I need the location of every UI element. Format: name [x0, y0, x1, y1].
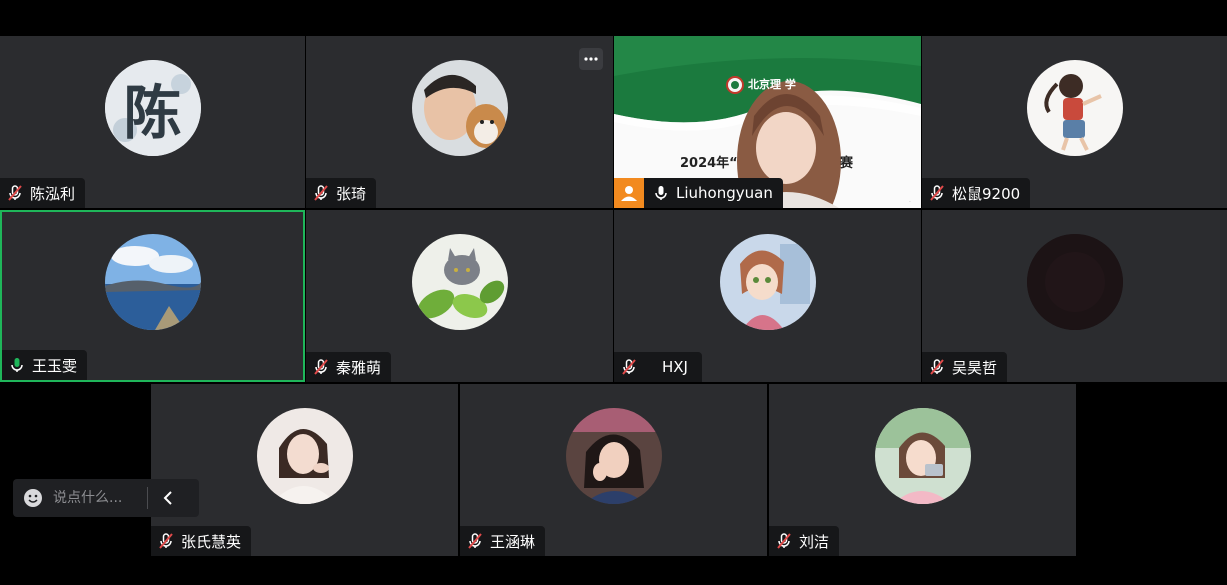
chevron-left-icon [163, 491, 172, 505]
avatar-illustration [1026, 60, 1123, 156]
participant-tile[interactable]: 王涵琳 [460, 384, 767, 556]
avatar-photo [411, 234, 508, 330]
participant-tile[interactable]: 陈 陈泓利 [0, 36, 305, 208]
participant-tile[interactable]: 松鼠9200 [922, 36, 1227, 208]
avatar [104, 234, 201, 330]
avatar: 陈 [104, 60, 201, 156]
ellipsis-icon [584, 57, 598, 61]
avatar [874, 408, 971, 504]
avatar-photo [104, 234, 201, 330]
mic-muted-icon [468, 533, 482, 549]
mic-muted-icon [8, 185, 22, 201]
chat-bar [13, 479, 199, 517]
more-options-button[interactable] [579, 48, 603, 70]
participant-tile-active-speaker[interactable]: 王玉雯 [0, 210, 305, 382]
avatar-photo [565, 408, 662, 504]
participant-name: 张琦 [336, 184, 367, 203]
avatar [411, 234, 508, 330]
avatar-anime [719, 234, 816, 330]
name-tag: Liuhongyuan [614, 178, 783, 208]
participant-tile[interactable]: 吴昊哲 [922, 210, 1227, 382]
chat-input[interactable] [53, 490, 141, 506]
participant-name: 松鼠9200 [952, 184, 1021, 203]
name-tag: 张氏慧英 [151, 526, 252, 556]
emoji-icon[interactable] [23, 488, 43, 508]
presenter-badge [614, 178, 644, 208]
slide-title-right: 赛 [840, 156, 854, 171]
mic-muted-icon [930, 185, 944, 201]
participant-name: 吴昊哲 [952, 358, 998, 377]
name-tag: 松鼠9200 [922, 178, 1031, 208]
avatar [411, 60, 508, 156]
name-tag: 陈泓利 [0, 178, 86, 208]
participant-tile[interactable]: 张氏慧英 [151, 384, 458, 556]
avatar-dark [1026, 234, 1123, 330]
participant-tile[interactable]: HXJ [614, 210, 921, 382]
mic-active-icon [11, 358, 23, 372]
name-tag: 吴昊哲 [922, 352, 1008, 382]
avatar [565, 408, 662, 504]
avatar-photo [411, 60, 508, 156]
participant-tile[interactable]: 刘洁 [769, 384, 1076, 556]
slide-logo-text: 北京理 学 [748, 78, 796, 91]
mic-muted-icon [777, 533, 791, 549]
participant-name: 秦雅萌 [336, 358, 382, 377]
participant-tile-presenter[interactable]: · 北京理 学 2024年“ 赛 Liuhongyuan [614, 36, 921, 208]
avatar-photo [256, 408, 353, 504]
mic-icon [655, 186, 667, 200]
name-tag: 王玉雯 [2, 350, 88, 380]
participant-name: HXJ [662, 358, 688, 376]
participant-name: 王玉雯 [32, 356, 78, 375]
participant-name: 张氏慧英 [181, 532, 242, 551]
avatar [1026, 60, 1123, 156]
avatar [256, 408, 353, 504]
avatar-glyph: 陈 [123, 79, 182, 147]
name-tag: 王涵琳 [460, 526, 546, 556]
mic-muted-icon [314, 185, 328, 201]
watermark-mark: · [909, 199, 911, 206]
name-tag: HXJ [614, 352, 702, 382]
mic-muted-icon [314, 359, 328, 375]
avatar [719, 234, 816, 330]
participant-tile[interactable]: 张琦 [306, 36, 613, 208]
divider [147, 487, 148, 509]
collapse-chat-button[interactable] [158, 488, 178, 508]
participant-name: 刘洁 [799, 532, 830, 551]
person-icon [621, 186, 637, 201]
mic-muted-icon [622, 359, 636, 375]
participant-name: 王涵琳 [490, 532, 536, 551]
name-tag: 秦雅萌 [306, 352, 392, 382]
mic-muted-icon [159, 533, 173, 549]
avatar-photo [874, 408, 971, 504]
mic-muted-icon [930, 359, 944, 375]
name-tag: 张琦 [306, 178, 377, 208]
avatar [1026, 234, 1123, 330]
participant-name: 陈泓利 [30, 184, 76, 203]
name-tag: 刘洁 [769, 526, 840, 556]
participant-name: Liuhongyuan [676, 184, 773, 202]
participant-tile[interactable]: 秦雅萌 [306, 210, 613, 382]
slide-title-left: 2024年“ [680, 156, 738, 171]
